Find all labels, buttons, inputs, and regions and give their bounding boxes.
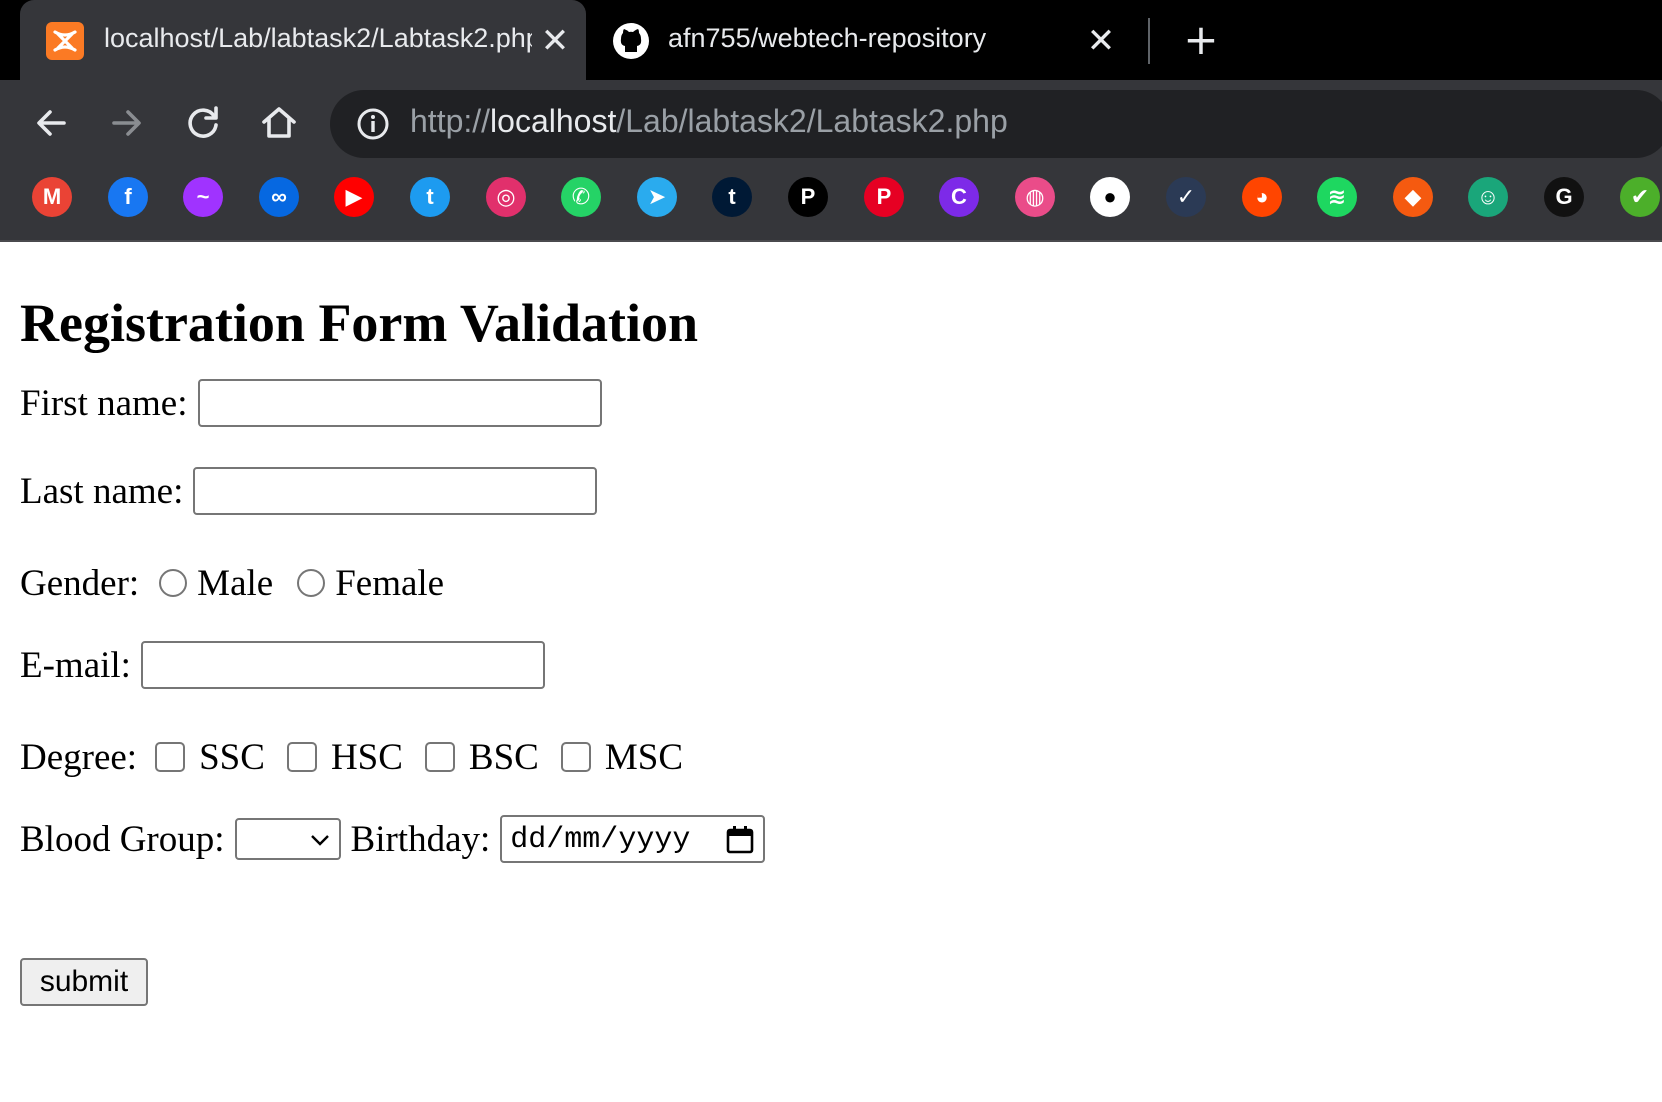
tab-github[interactable]: afn755/webtech-repository ✕ [592, 0, 1132, 80]
degree-bsc-checkbox[interactable] [424, 742, 455, 772]
gender-female-label: Female [335, 562, 445, 604]
back-arrow-icon[interactable] [28, 100, 74, 146]
navigation-toolbar: http://localhost/Lab/labtask2/Labtask2.p… [0, 80, 1662, 168]
tumblr-icon[interactable]: t [712, 177, 752, 217]
forward-arrow-icon[interactable] [104, 100, 150, 146]
twitter-icon[interactable]: t [410, 177, 450, 217]
birthday-placeholder: dd/mm/yyyy [510, 823, 691, 857]
browser-chrome: localhost/Lab/labtask2/Labtask2.php ✕ af… [0, 0, 1662, 242]
degree-hsc-checkbox[interactable] [286, 742, 317, 772]
url-path: /Lab/labtask2/Labtask2.php [616, 103, 1008, 139]
tab-localhost[interactable]: localhost/Lab/labtask2/Labtask2.php ✕ [20, 0, 586, 80]
last-name-input[interactable] [193, 467, 598, 515]
youtube-icon[interactable]: ▶ [334, 177, 374, 217]
tab-title: localhost/Lab/labtask2/Labtask2.php [104, 23, 532, 53]
reddit-icon[interactable]: ◕ [1242, 177, 1282, 217]
whatsapp-icon[interactable]: ✆ [561, 177, 601, 217]
bandlab-icon[interactable]: ◆ [1393, 177, 1433, 217]
grammarly-icon[interactable]: G [1544, 177, 1584, 217]
gender-male-radio[interactable] [159, 569, 188, 597]
github-icon [613, 23, 649, 59]
gender-male-label: Male [197, 562, 274, 604]
pinterest-icon[interactable]: P [864, 177, 904, 217]
spotify-icon[interactable]: ≋ [1317, 177, 1357, 217]
vk-icon[interactable]: ✓ [1166, 177, 1206, 217]
tab-strip: localhost/Lab/labtask2/Labtask2.php ✕ af… [0, 0, 1662, 80]
instagram-icon[interactable]: ◎ [486, 177, 526, 217]
dribbble-icon[interactable]: ◍ [1015, 177, 1055, 217]
last-name-label: Last name: [20, 470, 184, 512]
close-tab-icon[interactable]: ✕ [1082, 22, 1120, 60]
degree-ssc-checkbox[interactable] [155, 742, 186, 772]
canva-icon[interactable]: C [939, 177, 979, 217]
shield-icon[interactable]: ✔ [1620, 177, 1660, 217]
site-info-icon[interactable] [356, 107, 390, 141]
url-host: localhost [490, 103, 617, 139]
new-tab-button[interactable]: + [1180, 19, 1222, 62]
url-text: http://localhost/Lab/labtask2/Labtask2.p… [410, 103, 1008, 140]
email-label: E-mail: [20, 644, 131, 686]
gmail-icon[interactable]: M [32, 177, 72, 217]
close-tab-icon[interactable]: ✕ [536, 22, 574, 60]
tab-title: afn755/webtech-repository [668, 23, 987, 53]
blood-group-select[interactable] [234, 818, 341, 860]
home-icon[interactable] [256, 100, 302, 146]
degree-row: Degree: SSC HSC BSC MSC [20, 732, 687, 782]
calendar-icon[interactable] [725, 825, 755, 855]
gender-female-radio[interactable] [297, 569, 326, 597]
birthday-input[interactable]: dd/mm/yyyy [500, 815, 766, 863]
blood-group-label: Blood Group: [20, 818, 225, 860]
degree-msc-checkbox[interactable] [560, 742, 591, 772]
last-name-row: Last name: [20, 466, 598, 516]
reload-icon[interactable] [180, 100, 226, 146]
xampp-icon [46, 22, 84, 60]
first-name-row: First name: [20, 378, 602, 428]
email-row: E-mail: [20, 640, 545, 690]
facebook-icon[interactable]: f [108, 177, 148, 217]
degree-hsc-label: HSC [330, 736, 403, 778]
github-icon[interactable]: ● [1090, 177, 1130, 217]
telegram-icon[interactable]: ➤ [637, 177, 677, 217]
degree-label: Degree: [20, 736, 138, 778]
meta-icon[interactable]: ∞ [259, 177, 299, 217]
gender-label: Gender: [20, 562, 140, 604]
patreon-icon[interactable]: P [788, 177, 828, 217]
tab-divider [1148, 18, 1150, 64]
blood-birthday-row: Blood Group: Birthday: dd/mm/yyyy [20, 814, 766, 864]
degree-msc-label: MSC [604, 736, 684, 778]
messenger-icon[interactable]: ~ [183, 177, 223, 217]
submit-button[interactable]: submit [20, 958, 148, 1006]
page-content: Registration Form Validation First name:… [0, 242, 1662, 1102]
page-title: Registration Form Validation [20, 293, 699, 353]
birthday-label: Birthday: [350, 818, 491, 860]
chevron-down-icon [310, 835, 329, 846]
gender-row: Gender: Male Female [20, 558, 448, 608]
email-input[interactable] [140, 641, 545, 689]
degree-ssc-label: SSC [199, 736, 265, 778]
first-name-label: First name: [20, 382, 188, 424]
url-scheme: http:// [410, 103, 491, 139]
address-bar[interactable]: http://localhost/Lab/labtask2/Labtask2.p… [330, 90, 1662, 158]
first-name-input[interactable] [197, 379, 602, 427]
messaging-app-icon[interactable]: ☺ [1468, 177, 1508, 217]
degree-bsc-label: BSC [468, 736, 539, 778]
